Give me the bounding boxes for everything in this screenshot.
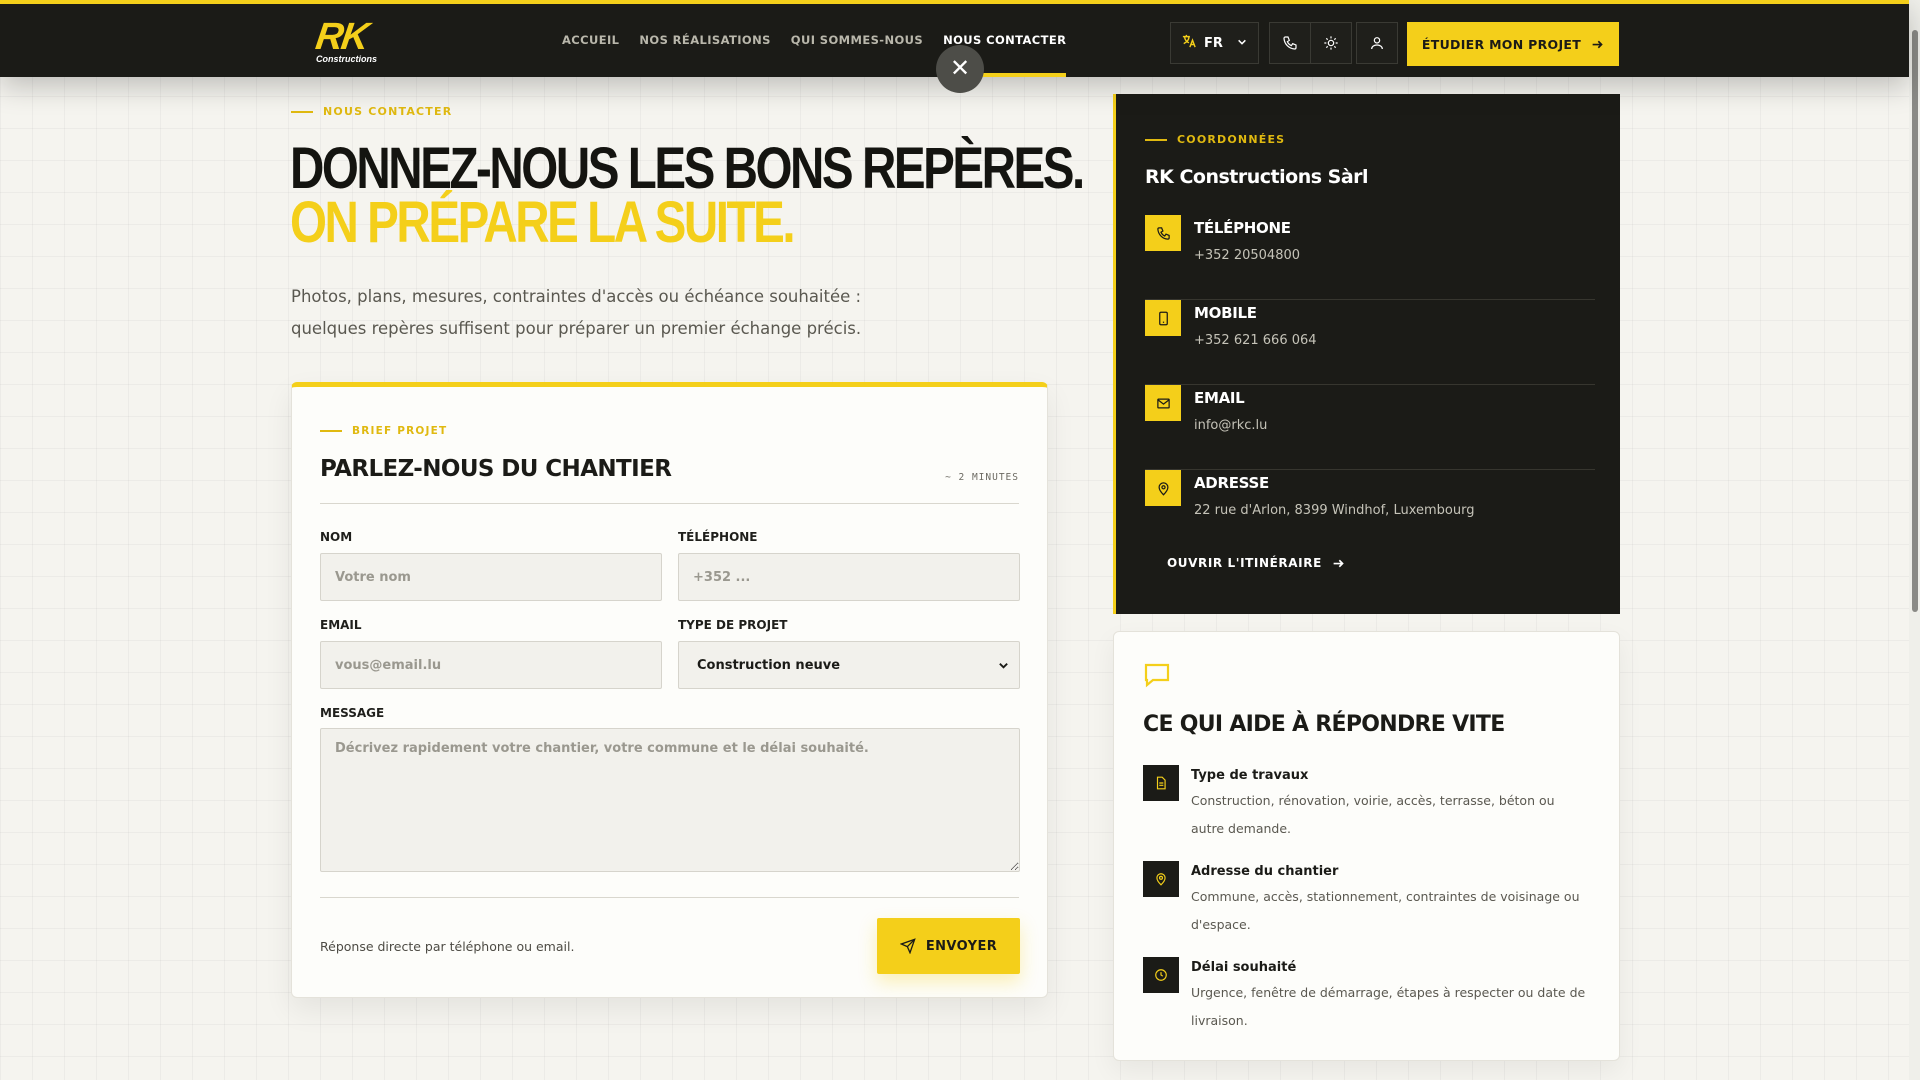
tip-text: Construction, rénovation, voirie, accès,… xyxy=(1191,793,1555,836)
headline-line-1: DONNEZ-NOUS LES BONS REPÈRES. xyxy=(290,136,1085,201)
language-code: FR xyxy=(1204,35,1223,51)
language-selector[interactable]: FR xyxy=(1170,22,1259,64)
company-name: RK Constructions Sàrl xyxy=(1145,166,1369,188)
tips-title: CE QUI AIDE À RÉPONDRE VITE xyxy=(1143,712,1505,737)
project-type-label: TYPE DE PROJET xyxy=(678,618,788,632)
sun-icon xyxy=(1324,36,1338,50)
account-button[interactable] xyxy=(1356,22,1398,64)
send-label: ENVOYER xyxy=(925,938,998,954)
message-textarea[interactable] xyxy=(320,728,1020,872)
project-type-select[interactable]: Construction neuve xyxy=(678,641,1020,689)
contact-item-email[interactable]: EMAIL info@rkc.lu xyxy=(1145,385,1595,470)
tip-text: Commune, accès, stationnement, contraint… xyxy=(1191,889,1580,932)
response-note: Réponse directe par téléphone ou email. xyxy=(320,939,575,954)
form-eyebrow: BRIEF PROJET xyxy=(320,425,447,437)
contact-item-value: +352 621 666 064 xyxy=(1194,333,1317,348)
contact-details-card: COORDONNÉES RK Constructions Sàrl TÉLÉPH… xyxy=(1113,94,1620,614)
headline-line-2: ON PRÉPARE LA SUITE. xyxy=(290,190,796,255)
intro-lead: Photos, plans, mesures, contraintes d'ac… xyxy=(291,287,862,338)
contact-item-address[interactable]: ADRESSE 22 rue d'Arlon, 8399 Windhof, Lu… xyxy=(1145,470,1595,555)
logo[interactable]: RK Constructions xyxy=(313,16,380,66)
phone-input[interactable] xyxy=(678,553,1020,601)
contact-item-value: +352 20504800 xyxy=(1194,248,1301,263)
contact-item-value: info@rkc.lu xyxy=(1194,418,1268,433)
form-time-estimate: ~ 2 MINUTES xyxy=(945,472,1019,483)
contact-item-value: 22 rue d'Arlon, 8399 Windhof, Luxembourg xyxy=(1194,503,1475,518)
contact-item-label: ADRESSE xyxy=(1194,474,1269,492)
study-project-button[interactable]: ÉTUDIER MON PROJET xyxy=(1407,22,1619,66)
contact-item-label: MOBILE xyxy=(1194,304,1257,322)
logo-mark: RK xyxy=(313,16,370,58)
nav-qui-sommes-nous[interactable]: QUI SOMMES-NOUS xyxy=(781,4,933,77)
divider xyxy=(320,503,1019,504)
email-input[interactable] xyxy=(320,641,662,689)
scrollbar-thumb[interactable] xyxy=(1912,30,1918,612)
main-nav: ACCUEIL NOS RÉALISATIONS QUI SOMMES-NOUS… xyxy=(552,4,1076,77)
tip-title: Adresse du chantier xyxy=(1191,864,1339,879)
document-icon xyxy=(1143,765,1179,801)
nav-accueil[interactable]: ACCUEIL xyxy=(552,4,629,77)
theme-toggle-button[interactable] xyxy=(1310,22,1352,64)
send-icon xyxy=(899,938,916,954)
mobile-icon xyxy=(1145,300,1181,336)
nav-realisations[interactable]: NOS RÉALISATIONS xyxy=(629,4,780,77)
itinerary-label: OUVRIR L'ITINÉRAIRE xyxy=(1167,556,1322,570)
arrow-right-icon xyxy=(1333,559,1344,567)
chevron-down-icon xyxy=(999,662,1008,669)
arrow-right-icon xyxy=(1592,40,1603,48)
name-label: NOM xyxy=(320,530,353,544)
cta-label: ÉTUDIER MON PROJET xyxy=(1421,36,1582,52)
send-button[interactable]: ENVOYER xyxy=(877,918,1020,974)
contact-item-phone[interactable]: TÉLÉPHONE +352 20504800 xyxy=(1145,215,1595,300)
contact-item-label: TÉLÉPHONE xyxy=(1194,219,1291,237)
divider xyxy=(320,897,1019,898)
user-icon xyxy=(1371,37,1383,50)
contact-form-card: BRIEF PROJET PARLEZ-NOUS DU CHANTIER ~ 2… xyxy=(291,382,1048,998)
phone-icon xyxy=(1145,215,1181,251)
contact-item-mobile[interactable]: MOBILE +352 621 666 064 xyxy=(1145,300,1595,385)
mail-icon xyxy=(1145,385,1181,421)
map-pin-icon xyxy=(1143,861,1179,897)
message-label: MESSAGE xyxy=(320,706,385,720)
open-itinerary-link[interactable]: OUVRIR L'ITINÉRAIRE xyxy=(1167,556,1345,570)
intro-eyebrow: NOUS CONTACTER xyxy=(291,105,452,118)
phone-icon xyxy=(1283,36,1297,50)
page-title: DONNEZ-NOUS LES BONS REPÈRES. ON PRÉPARE… xyxy=(290,136,1094,255)
email-label: EMAIL xyxy=(320,618,362,632)
phone-button[interactable] xyxy=(1269,22,1311,64)
close-icon[interactable]: ✕ xyxy=(936,45,984,93)
project-type-value: Construction neuve xyxy=(697,657,841,673)
contact-eyebrow: COORDONNÉES xyxy=(1145,133,1285,146)
translate-icon xyxy=(1182,34,1196,52)
name-input[interactable] xyxy=(320,553,662,601)
tips-card: CE QUI AIDE À RÉPONDRE VITE Type de trav… xyxy=(1113,631,1620,1061)
chat-bubble-icon xyxy=(1144,663,1170,688)
contact-item-label: EMAIL xyxy=(1194,389,1245,407)
tip-title: Type de travaux xyxy=(1191,768,1309,783)
map-pin-icon xyxy=(1145,470,1181,506)
clock-icon xyxy=(1143,957,1179,993)
tip-title: Délai souhaité xyxy=(1191,960,1297,975)
phone-label: TÉLÉPHONE xyxy=(678,530,758,544)
tip-text: Urgence, fenêtre de démarrage, étapes à … xyxy=(1191,985,1586,1028)
form-title: PARLEZ-NOUS DU CHANTIER xyxy=(320,456,672,482)
chevron-down-icon xyxy=(1237,37,1247,50)
